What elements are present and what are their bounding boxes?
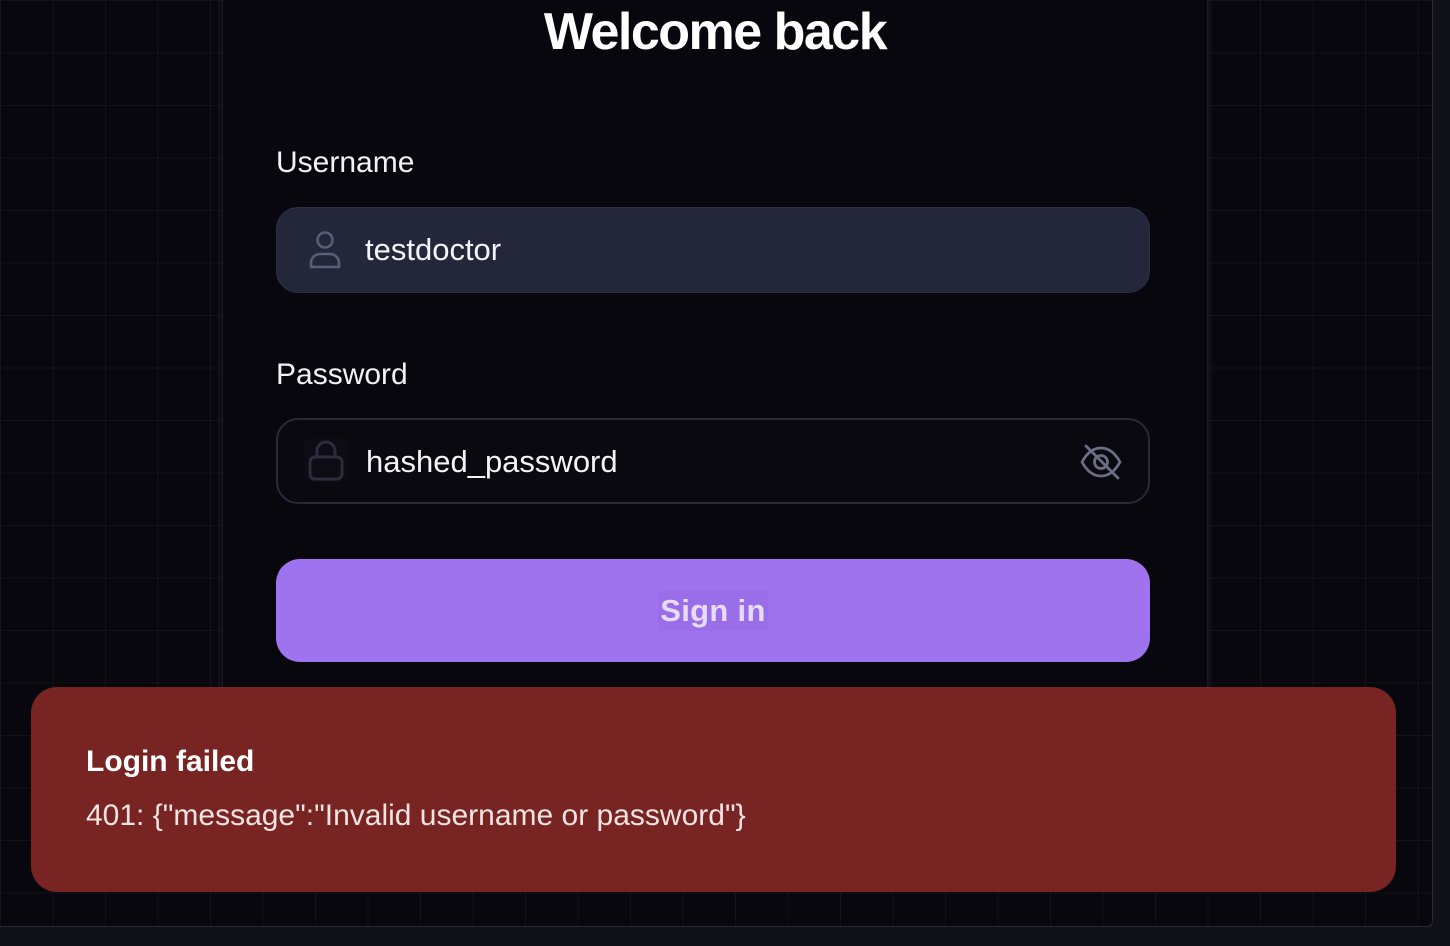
username-field[interactable] <box>276 207 1150 293</box>
toast-description: 401: {"message":"Invalid username or pas… <box>86 799 746 832</box>
username-input[interactable] <box>365 208 1065 292</box>
sign-in-label: Sign in <box>658 590 768 631</box>
page-title: Welcome back <box>543 3 888 61</box>
username-label: Username <box>276 146 415 179</box>
lock-icon <box>304 438 348 482</box>
page-viewport: Welcome back Username Password <box>0 0 1433 927</box>
eye-off-icon[interactable] <box>1078 440 1124 484</box>
toast-title: Login failed <box>86 745 255 778</box>
password-input[interactable] <box>366 420 1066 504</box>
error-toast[interactable]: Login failed 401: {"message":"Invalid us… <box>31 687 1396 892</box>
user-icon <box>303 228 347 272</box>
sign-in-button[interactable]: Sign in <box>276 559 1150 662</box>
password-field[interactable] <box>276 418 1150 504</box>
password-label: Password <box>276 358 408 391</box>
